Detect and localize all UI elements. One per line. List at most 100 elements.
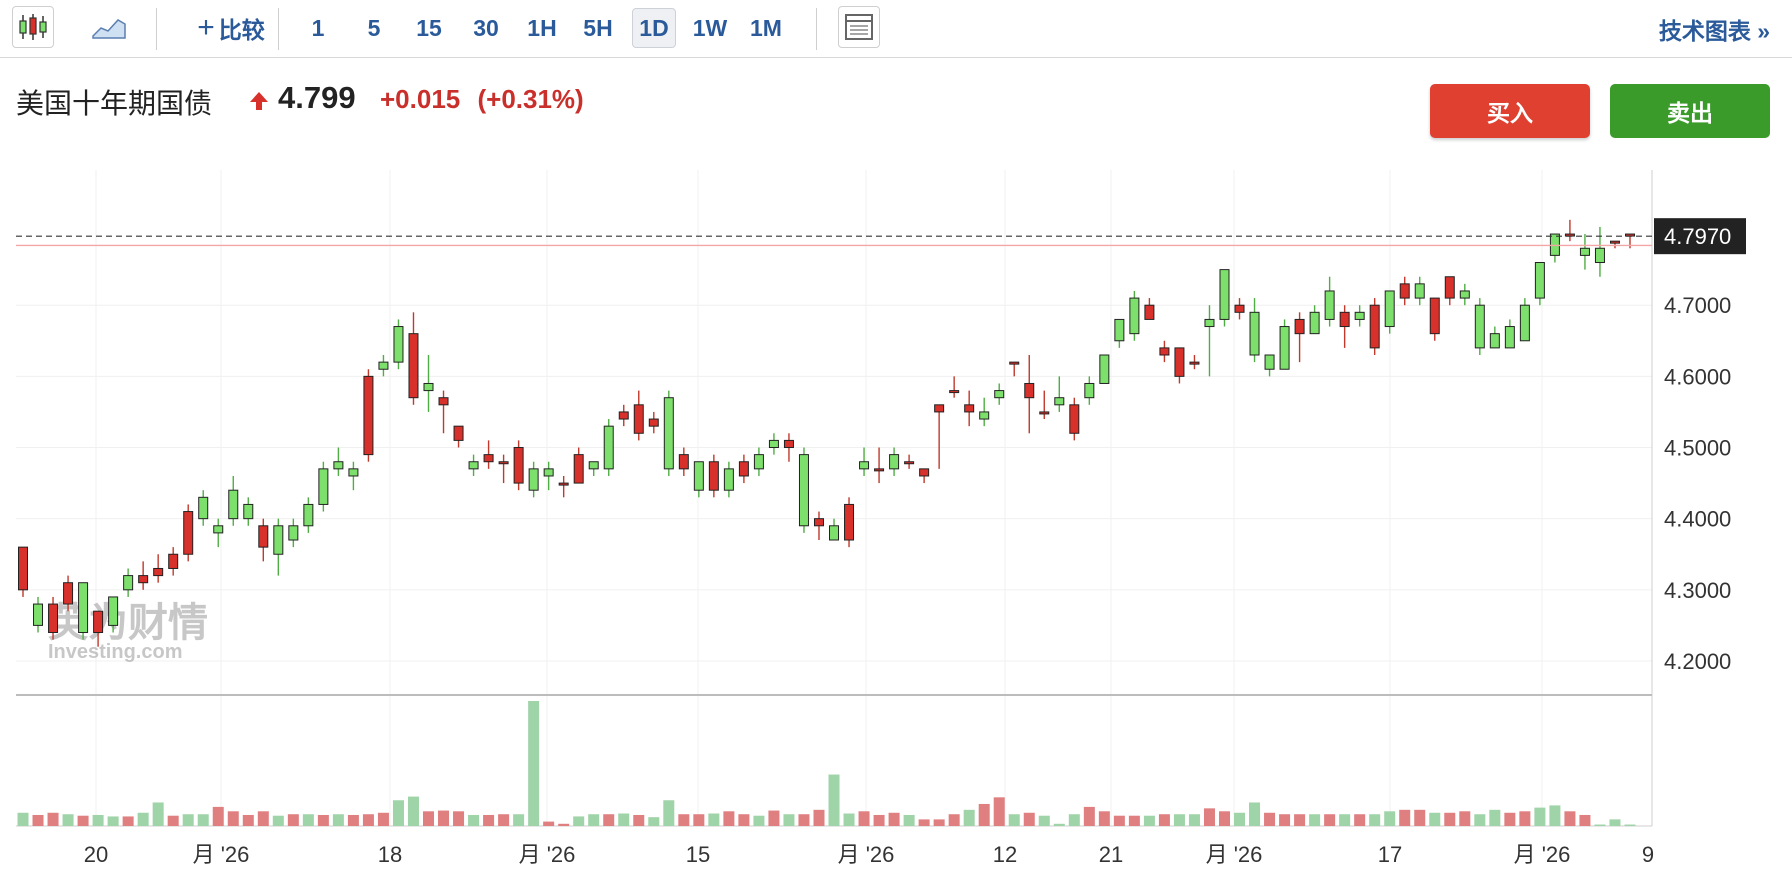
buy-button[interactable]: 买入 [1430, 84, 1590, 138]
candle-body [453, 425, 464, 441]
interval-5h[interactable]: 5H [573, 8, 623, 48]
volume-bar [783, 814, 795, 826]
candle-body [783, 439, 794, 449]
layout-settings-icon[interactable] [838, 6, 880, 48]
x-tick-label: 9 [1642, 842, 1654, 867]
candle-body [1474, 304, 1485, 349]
volume-bar [1053, 823, 1065, 826]
candle-body [573, 454, 584, 484]
volume-bar [287, 814, 299, 826]
volume-bar [1504, 812, 1516, 826]
technical-chart-link[interactable]: 技术图表 » [1659, 12, 1770, 46]
volume-bar [738, 814, 750, 826]
x-tick-label: 月 '26 [193, 842, 250, 867]
y-axis: 4.2000 4.3000 4.4000 4.5000 4.6000 4.7000 4.79… [1654, 218, 1746, 674]
candle-body [1384, 290, 1395, 328]
y-tick-label: 4.4000 [1664, 507, 1731, 532]
volume-bar [1609, 819, 1621, 826]
volume-bar [498, 814, 510, 826]
compare-button[interactable]: + 比较 [176, 8, 286, 48]
candle-body [1594, 247, 1605, 264]
volume-bar [873, 814, 885, 826]
volume-bar [948, 814, 960, 826]
volume-bar [1564, 811, 1576, 826]
toolbar-divider [156, 8, 157, 50]
volume-bar [317, 814, 329, 826]
volume-bar [77, 815, 89, 826]
candle-body [48, 603, 59, 634]
interval-1m[interactable]: 1M [742, 8, 790, 48]
volume-bar [588, 814, 600, 826]
interval-30min[interactable]: 30 [462, 8, 510, 48]
candle-body [543, 468, 554, 477]
candle-body [813, 518, 824, 527]
volume-bar [1519, 811, 1531, 826]
volume-bar [1324, 814, 1336, 826]
volume-bar [1023, 812, 1035, 826]
volume-bar [1008, 814, 1020, 826]
x-tick-label: 月 '26 [519, 842, 576, 867]
y-tick-label: 4.3000 [1664, 578, 1731, 603]
candle-body [138, 575, 149, 584]
volume-bar [1098, 811, 1110, 826]
volume-bar [858, 811, 870, 826]
candle-body [558, 482, 569, 486]
candle-body [1084, 382, 1095, 399]
candle-body [994, 390, 1005, 399]
candle-body [1414, 283, 1425, 299]
toolbar-divider [816, 8, 817, 50]
volume-bar [167, 815, 179, 826]
y-tick-label: 4.7000 [1664, 293, 1731, 318]
candle-body [738, 461, 749, 477]
chart-toolbar: + 比较 1 5 15 30 1H 5H 1D 1W 1M 技术图表 » [0, 0, 1792, 58]
interval-15min[interactable]: 15 [406, 8, 452, 48]
candle-body [468, 461, 479, 470]
candle-body [1579, 247, 1590, 256]
volume-bar [122, 816, 134, 826]
interval-1h[interactable]: 1H [518, 8, 566, 48]
candle-body [844, 503, 855, 541]
volume-bar [483, 814, 495, 826]
volume-bar [1128, 815, 1140, 826]
volume-bar [1083, 806, 1095, 826]
volume-bar [1068, 814, 1080, 826]
candle-body [1099, 354, 1110, 384]
candle-body [648, 418, 659, 427]
interval-1min[interactable]: 1 [298, 8, 338, 48]
candle-body [1459, 290, 1470, 299]
volume-bar [618, 813, 630, 826]
candle-body [228, 489, 239, 520]
candle-body [378, 361, 389, 370]
volume-bar [347, 814, 359, 826]
price-change-abs: +0.015 [380, 84, 461, 114]
volume-bar [1038, 815, 1050, 826]
candle-body [363, 375, 374, 456]
volume-bar [377, 812, 389, 826]
interval-5min[interactable]: 5 [354, 8, 394, 48]
x-tick-label: 21 [1099, 842, 1123, 867]
volume-bar [227, 811, 239, 826]
volume-bar [1489, 809, 1501, 826]
volume-bar [903, 814, 915, 826]
volume-bar [828, 774, 840, 826]
volume-bar [1594, 824, 1606, 826]
candle-body [318, 468, 329, 505]
candle-body [243, 503, 254, 520]
volume-bar [663, 800, 675, 826]
candlestick-chart-icon[interactable] [12, 6, 54, 48]
y-tick-label: 4.5000 [1664, 436, 1731, 461]
sell-button[interactable]: 卖出 [1610, 84, 1770, 138]
candle-body [528, 468, 539, 491]
price-chart[interactable]: 英为财情 Investing.com 4.2000 4.3000 4.4000 4.5… [0, 158, 1792, 888]
interval-1d[interactable]: 1D [632, 8, 676, 48]
volume-bar [693, 814, 705, 826]
candle-body [693, 461, 704, 491]
candle-body [498, 461, 509, 465]
candle-body [1549, 233, 1560, 256]
volume-bar [362, 814, 374, 826]
volume-bar [603, 814, 615, 826]
interval-1w[interactable]: 1W [686, 8, 734, 48]
volume-bar [1579, 814, 1591, 826]
area-chart-icon[interactable] [88, 6, 130, 48]
volume-bar [272, 815, 284, 826]
